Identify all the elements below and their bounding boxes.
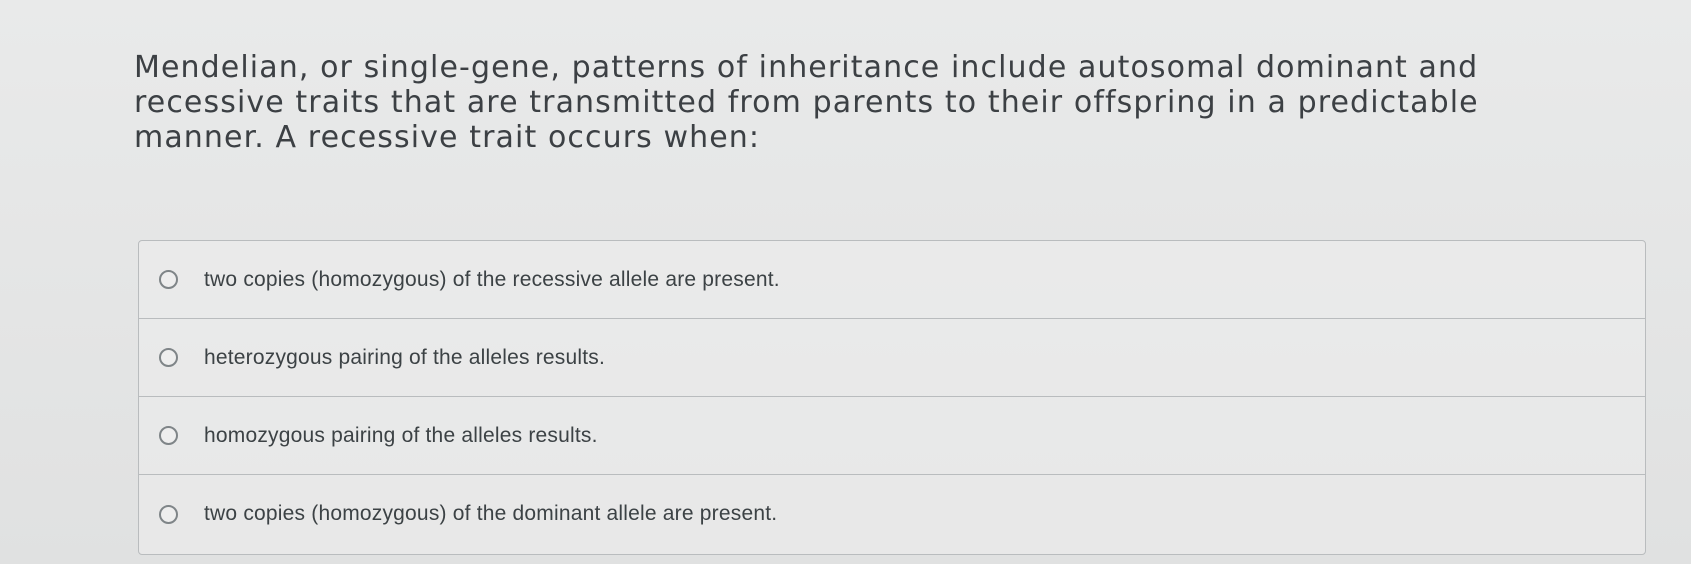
radio-button[interactable] bbox=[159, 348, 178, 367]
answer-option[interactable]: heterozygous pairing of the alleles resu… bbox=[139, 319, 1645, 397]
answer-option-label: homozygous pairing of the alleles result… bbox=[204, 423, 598, 447]
answer-option-label: two copies (homozygous) of the dominant … bbox=[204, 502, 778, 525]
radio-button[interactable] bbox=[159, 504, 178, 524]
answer-option[interactable]: homozygous pairing of the alleles result… bbox=[139, 397, 1645, 475]
answer-option[interactable]: two copies (homozygous) of the recessive… bbox=[139, 241, 1645, 319]
radio-button[interactable] bbox=[159, 426, 178, 445]
answer-options: two copies (homozygous) of the recessive… bbox=[138, 240, 1646, 555]
answer-option-label: two copies (homozygous) of the recessive… bbox=[204, 267, 780, 291]
question-text: Mendelian, or single-gene, patterns of i… bbox=[134, 50, 1479, 155]
answer-option-label: heterozygous pairing of the alleles resu… bbox=[204, 345, 606, 369]
answer-option[interactable]: two copies (homozygous) of the dominant … bbox=[139, 475, 1645, 553]
radio-button[interactable] bbox=[159, 270, 178, 289]
